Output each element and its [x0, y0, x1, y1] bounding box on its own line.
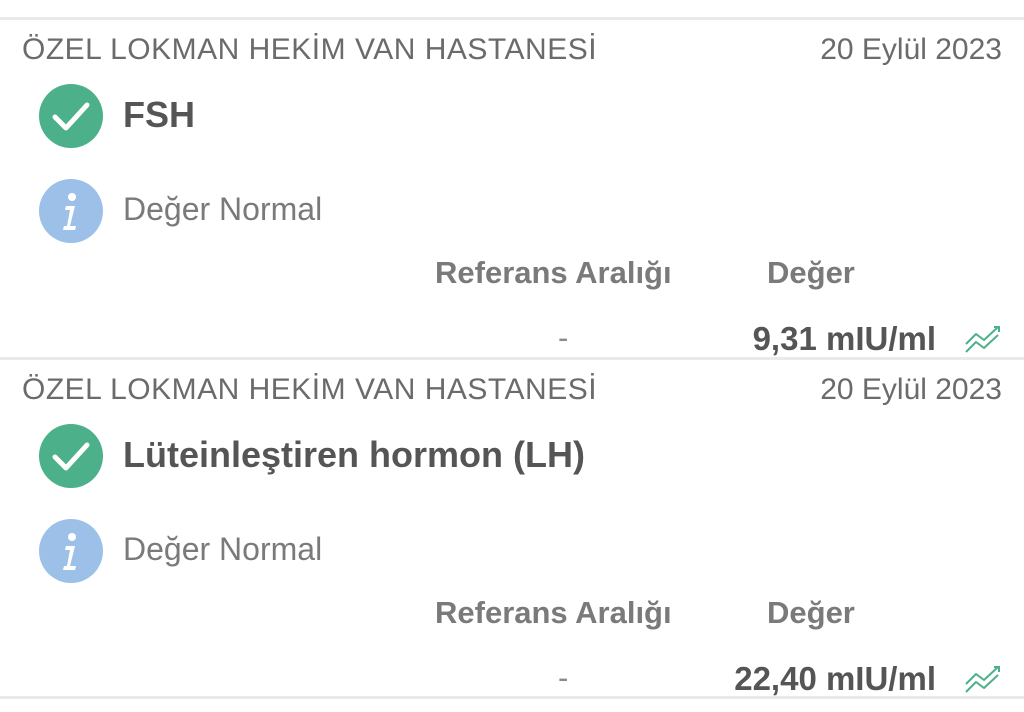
value-header: Değer	[767, 255, 855, 290]
checkmark-circle-icon	[39, 424, 103, 488]
status-text: Değer Normal	[123, 191, 323, 227]
checkmark-circle-icon	[39, 84, 103, 148]
result-value: 9,31 mIU/ml	[752, 320, 936, 357]
trend-chart-icon[interactable]	[964, 662, 1004, 694]
trend-chart-icon[interactable]	[964, 322, 1004, 354]
reference-range-header: Referans Aralığı	[435, 595, 672, 630]
status-text: Değer Normal	[123, 531, 323, 567]
divider	[0, 696, 1024, 699]
hospital-name: ÖZEL LOKMAN HEKİM VAN HASTANESİ	[22, 33, 598, 66]
info-circle-icon	[39, 519, 103, 583]
result-date: 20 Eylül 2023	[820, 373, 1002, 406]
result-date: 20 Eylül 2023	[820, 33, 1002, 66]
test-name: Lüteinleştiren hormon (LH)	[123, 434, 585, 475]
lab-results-screen: ÖZEL LOKMAN HEKİM VAN HASTANESİ 20 Eylül…	[0, 0, 1024, 712]
result-value: 22,40 mIU/ml	[734, 660, 936, 697]
hospital-name: ÖZEL LOKMAN HEKİM VAN HASTANESİ	[22, 373, 598, 406]
reference-range-value: -	[558, 320, 569, 355]
result-card-lh[interactable]: ÖZEL LOKMAN HEKİM VAN HASTANESİ 20 Eylül…	[0, 360, 1024, 698]
info-circle-icon	[39, 179, 103, 243]
reference-range-value: -	[558, 660, 569, 695]
value-header: Değer	[767, 595, 855, 630]
test-name: FSH	[123, 94, 195, 135]
reference-range-header: Referans Aralığı	[435, 255, 672, 290]
result-card-fsh[interactable]: ÖZEL LOKMAN HEKİM VAN HASTANESİ 20 Eylül…	[0, 20, 1024, 358]
